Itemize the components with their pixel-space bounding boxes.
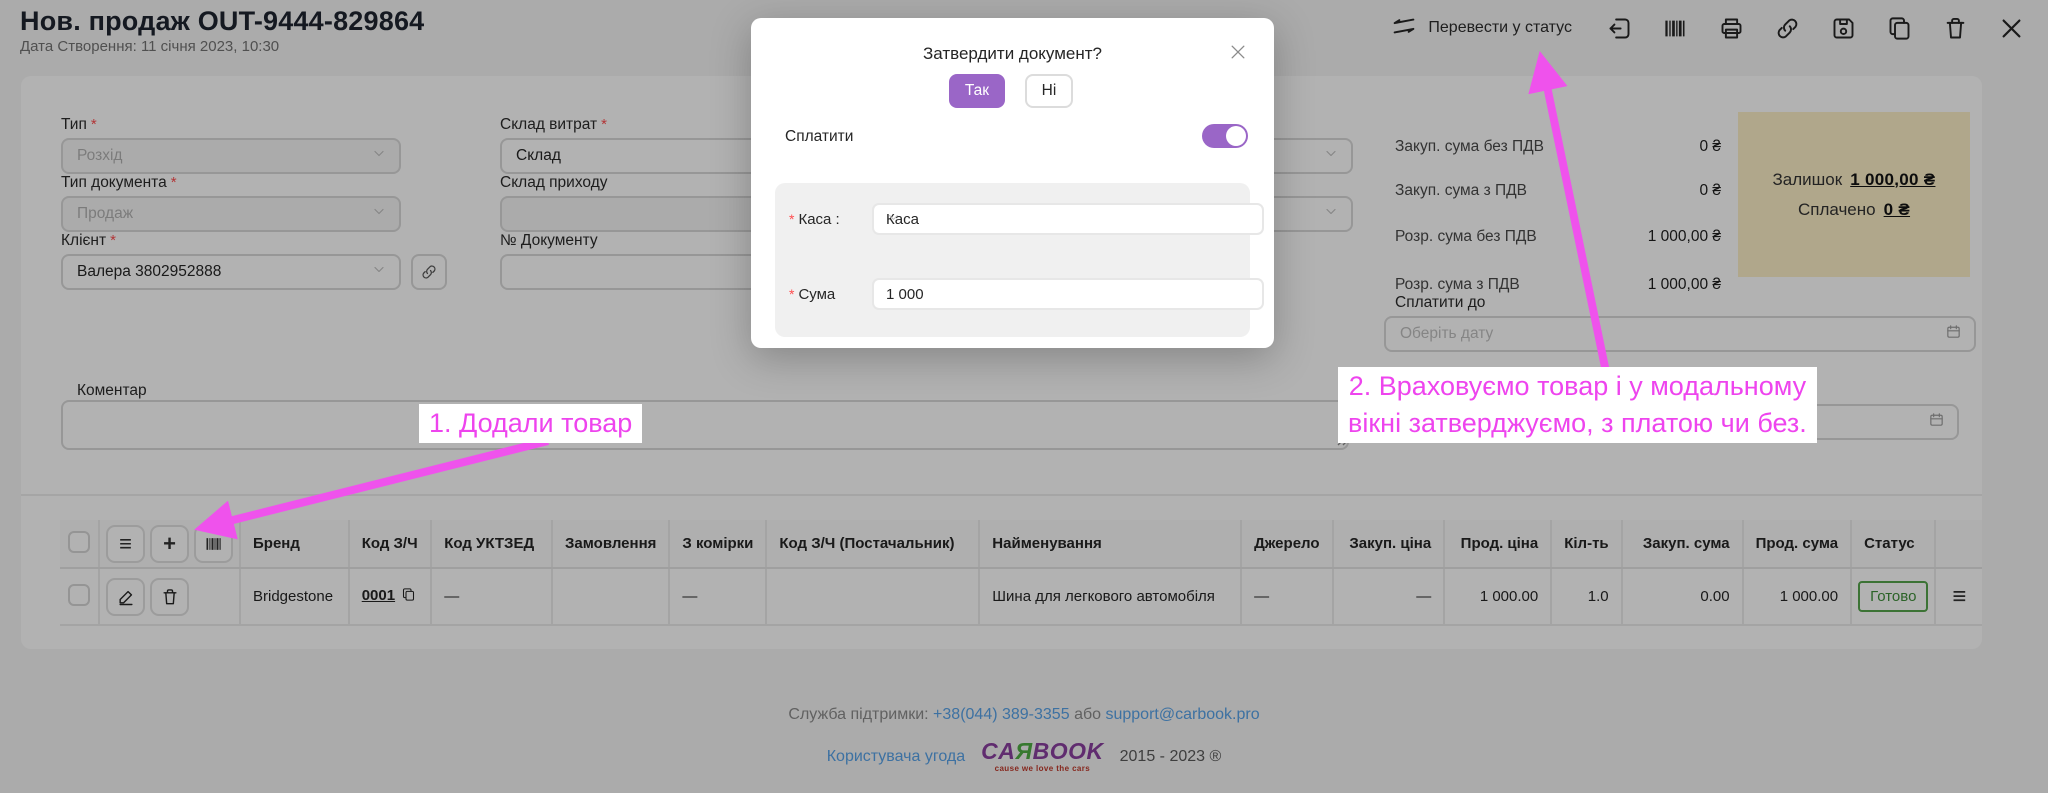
cashbox-select[interactable]: Каса: [872, 203, 1264, 235]
confirm-document-modal: Затвердити документ? Так Ні Сплатити *Ка…: [751, 18, 1274, 348]
modal-close-icon[interactable]: [1226, 40, 1250, 64]
chevron-down-icon: [886, 210, 901, 229]
confirm-no-button[interactable]: Ні: [1025, 74, 1073, 108]
annotation-note-2: 2. Враховуємо товар і у модальному вікні…: [1338, 367, 1817, 443]
screen: Нов. продаж OUT-9444-829864 Дата Створен…: [0, 0, 2048, 793]
cashbox-label: *Каса :: [789, 211, 840, 228]
sum-input[interactable]: 1 000: [872, 278, 1264, 310]
modal-payment-section: *Каса : Каса *Сума 1 000: [775, 183, 1250, 337]
modal-title: Затвердити документ?: [751, 44, 1274, 64]
pay-toggle[interactable]: [1202, 124, 1248, 148]
annotation-note-1: 1. Додали товар: [419, 404, 642, 443]
sum-label: *Сума: [789, 286, 835, 303]
confirm-yes-button[interactable]: Так: [949, 74, 1005, 108]
pay-toggle-label: Сплатити: [785, 128, 853, 146]
